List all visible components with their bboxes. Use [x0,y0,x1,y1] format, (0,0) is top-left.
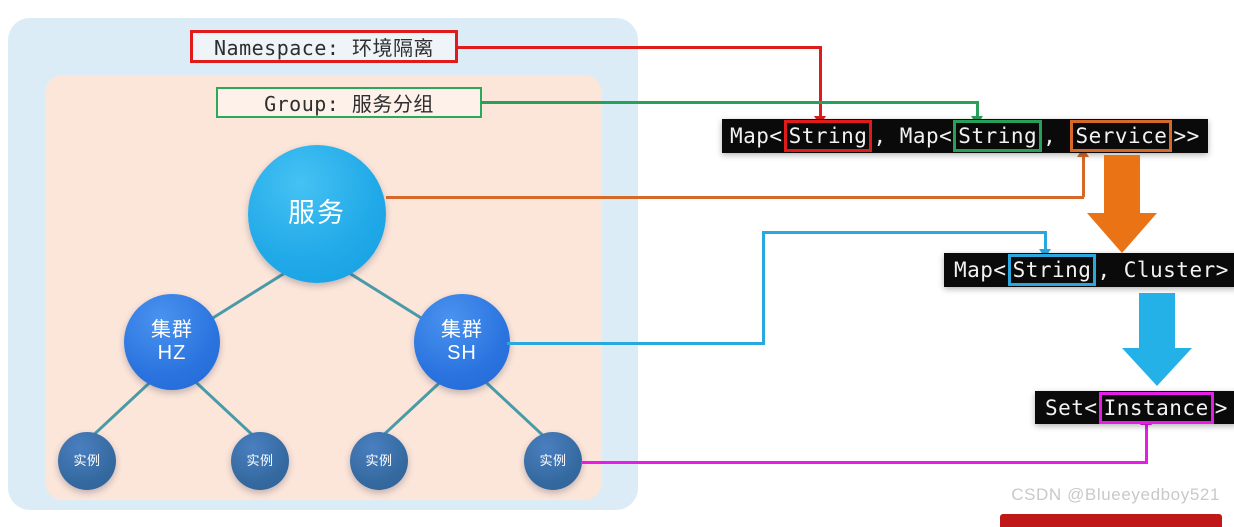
code-token-map-open-3: Map< [954,258,1007,282]
node-instance-4-label: 实例 [539,452,567,468]
watermark-text: CSDN @Blueeyedboy521 [1011,485,1220,504]
group-label-chip[interactable]: Group: 服务分组 [216,87,482,118]
group-label-text: Group: 服务分组 [264,92,434,116]
connector-service-horizontal [386,196,1084,199]
node-instance-1[interactable]: 实例 [58,432,116,490]
node-instance-2-label: 实例 [246,452,274,468]
block-arrow-cyan-shaft [1139,293,1175,348]
node-instance-1-label: 实例 [73,452,101,468]
code-token-string-namespace: String [783,120,873,152]
connector-instance-vertical [1145,424,1148,462]
code-token-map-open-2: , Map< [873,124,953,148]
code-box-instance-set[interactable]: Set< Instance > [1035,391,1234,424]
block-arrow-service-to-cluster [1087,155,1157,253]
connector-cluster-horizontal-upper [762,231,1047,234]
diagram-canvas: 服务 集群 HZ 集群 SH 实例 实例 实例 实例 Namespace: 环境… [0,0,1234,527]
code-token-service: Service [1070,120,1173,152]
node-instance-3-label: 实例 [365,452,393,468]
connector-namespace-vertical [819,46,822,118]
code-token-instance: Instance [1098,391,1214,424]
block-arrow-cluster-to-instance [1122,293,1192,386]
block-arrow-orange-shaft [1104,155,1140,213]
code-box-cluster-map[interactable]: Map< String , Cluster> [944,253,1234,287]
node-cluster-sh-line2: SH [447,342,477,364]
connector-group-horizontal [481,101,978,104]
connector-cluster-horizontal-lower [507,342,765,345]
node-instance-2[interactable]: 实例 [231,432,289,490]
namespace-label-text: Namespace: 环境隔离 [214,36,434,60]
connector-namespace-horizontal [458,46,821,49]
node-instance-3[interactable]: 实例 [350,432,408,490]
group-container [45,75,602,500]
node-service[interactable]: 服务 [248,145,386,283]
block-arrow-orange-head [1087,213,1157,253]
code-token-comma-1: , [1043,124,1070,148]
connector-instance-horizontal [581,461,1148,464]
code-token-string-group: String [953,120,1043,152]
node-cluster-sh-line1: 集群 [441,319,483,341]
bottom-red-strip [1000,514,1222,527]
code-token-string-cluster: String [1007,254,1097,286]
node-cluster-hz[interactable]: 集群 HZ [124,294,220,390]
code-token-close-2: > [1214,395,1228,420]
code-token-cluster-value: , Cluster> [1097,258,1229,282]
connector-cluster-vertical-right [1044,231,1047,251]
namespace-label-chip[interactable]: Namespace: 环境隔离 [190,30,458,63]
node-service-label: 服务 [288,198,346,229]
node-cluster-sh[interactable]: 集群 SH [414,294,510,390]
code-token-set-open: Set< [1045,395,1098,420]
code-box-service-map[interactable]: Map< String , Map< String , Service >> [722,119,1208,153]
node-instance-4[interactable]: 实例 [524,432,582,490]
code-token-close-1: >> [1173,124,1200,148]
connector-service-vertical [1082,157,1085,197]
node-cluster-hz-line1: 集群 [151,319,193,341]
block-arrow-cyan-head [1122,348,1192,386]
code-token-map-open-1: Map< [730,124,783,148]
node-cluster-hz-line2: HZ [157,342,187,364]
connector-cluster-vertical-left [762,231,765,345]
